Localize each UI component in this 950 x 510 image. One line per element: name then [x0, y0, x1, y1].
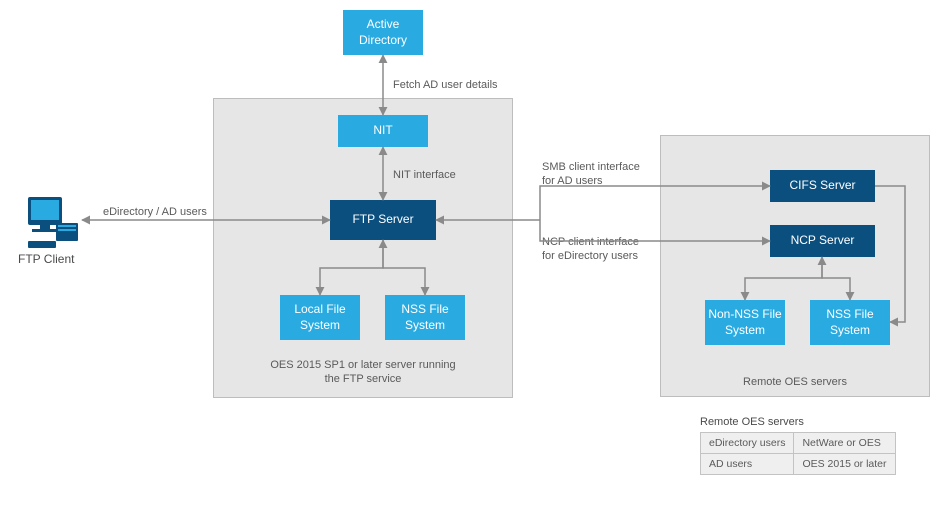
info-table: eDirectory users NetWare or OES AD users…: [700, 432, 896, 475]
active-directory-node: Active Directory: [343, 10, 423, 55]
table-cell: eDirectory users: [701, 433, 794, 454]
fetch-ad-label: Fetch AD user details: [393, 78, 498, 92]
cifs-server-node: CIFS Server: [770, 170, 875, 202]
info-table-title: Remote OES servers: [700, 416, 804, 428]
table-row: AD users OES 2015 or later: [701, 454, 896, 475]
table-row: eDirectory users NetWare or OES: [701, 433, 896, 454]
ftp-server-node: FTP Server: [330, 200, 436, 240]
smb-client-label: SMB client interface for AD users: [542, 160, 640, 189]
oes-caption: OES 2015 SP1 or later server running the…: [213, 358, 513, 387]
ncp-client-label: NCP client interface for eDirectory user…: [542, 235, 639, 264]
non-nss-fs-node: Non-NSS File System: [705, 300, 785, 345]
table-cell: NetWare or OES: [794, 433, 895, 454]
table-cell: OES 2015 or later: [794, 454, 895, 475]
computer-icon: [20, 195, 80, 250]
table-cell: AD users: [701, 454, 794, 475]
local-fs-node: Local File System: [280, 295, 360, 340]
ncp-server-node: NCP Server: [770, 225, 875, 257]
nit-node: NIT: [338, 115, 428, 147]
nss-fs-node-2: NSS File System: [810, 300, 890, 345]
remote-caption: Remote OES servers: [660, 375, 930, 389]
ftp-client-label: FTP Client: [18, 252, 74, 266]
nss-fs-node-1: NSS File System: [385, 295, 465, 340]
edir-ad-label: eDirectory / AD users: [103, 205, 207, 219]
nit-interface-label: NIT interface: [393, 168, 456, 182]
